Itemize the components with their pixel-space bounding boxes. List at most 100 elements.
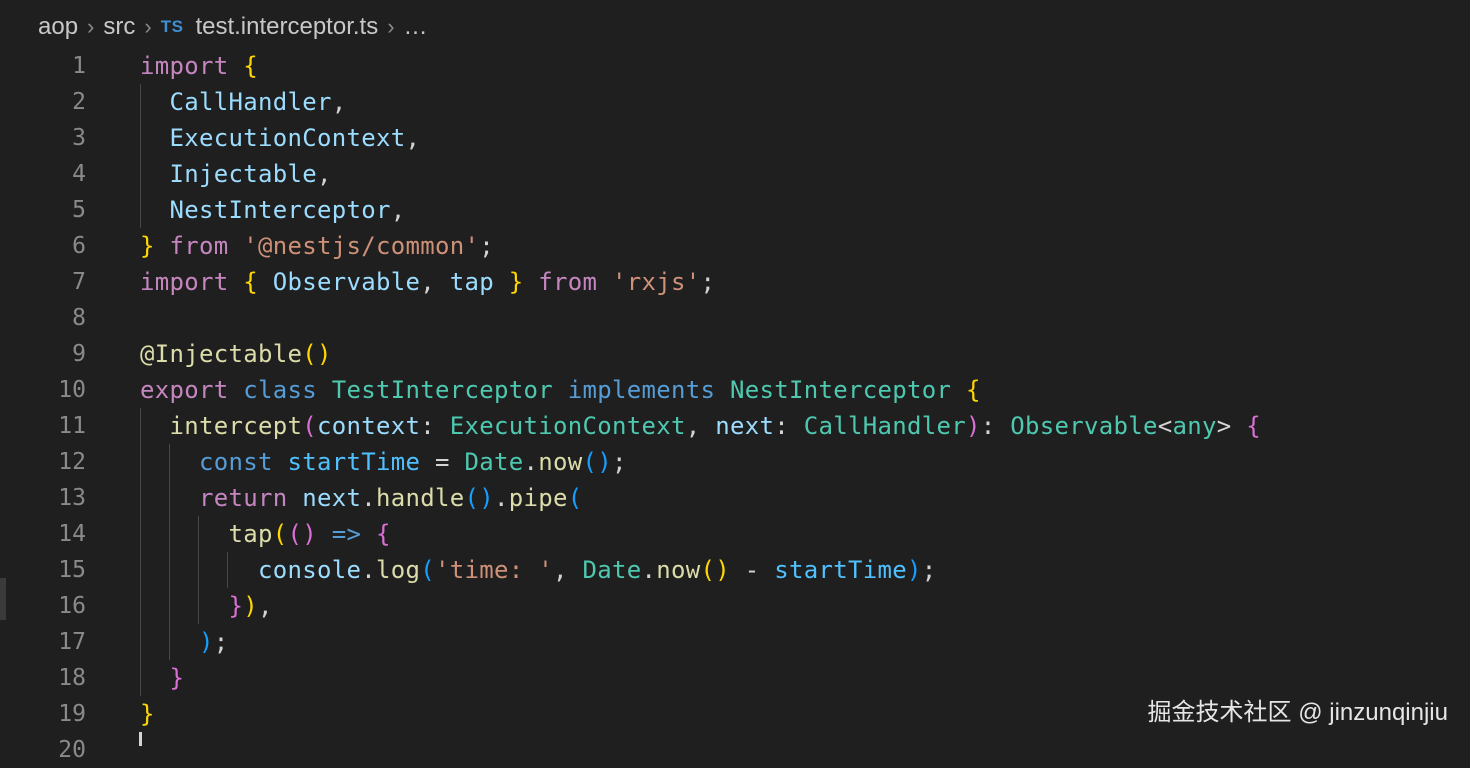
breadcrumb-item-src[interactable]: src — [103, 13, 135, 41]
code-line[interactable]: 7 import { Observable, tap } from 'rxjs'; — [0, 264, 1470, 300]
code-text: Injectable, — [140, 156, 332, 192]
code-line[interactable]: 1 import { — [0, 48, 1470, 84]
breadcrumb-item-symbols[interactable]: … — [404, 13, 428, 41]
code-token: ExecutionContext — [140, 124, 406, 152]
code-token: Observable — [258, 268, 421, 296]
code-line[interactable]: 16 }), — [0, 588, 1470, 624]
line-number: 20 — [58, 737, 86, 763]
code-token: @Injectable — [140, 340, 303, 368]
code-token: . — [361, 484, 376, 512]
code-line[interactable]: 3 ExecutionContext, — [0, 120, 1470, 156]
code-line[interactable]: 4 Injectable, — [0, 156, 1470, 192]
code-token: < — [1157, 412, 1173, 440]
watermark: 掘金技术社区 @ jinzunqinjiu — [1147, 699, 1448, 726]
code-line[interactable]: 12 const startTime = Date.now(); — [0, 444, 1470, 480]
line-number: 6 — [72, 233, 86, 259]
code-token: : — [774, 412, 804, 440]
code-token: context — [317, 412, 421, 440]
code-token: next — [302, 484, 362, 512]
code-text: export class TestInterceptor implements … — [140, 372, 981, 408]
code-line[interactable]: 6 } from '@nestjs/common'; — [0, 228, 1470, 264]
code-text: intercept(context: ExecutionContext, nex… — [140, 408, 1261, 444]
code-token: console — [140, 556, 362, 584]
code-token: ; — [700, 268, 716, 296]
code-line[interactable]: 9 @Injectable() — [0, 336, 1470, 372]
code-text: tap(() => { — [140, 516, 391, 552]
code-token: } — [140, 232, 155, 260]
code-token: { — [376, 520, 391, 548]
code-line[interactable]: 13 return next.handle().pipe( — [0, 480, 1470, 516]
line-number: 1 — [72, 53, 86, 79]
code-token: ; — [479, 232, 494, 260]
code-line[interactable]: 2 CallHandler, — [0, 84, 1470, 120]
line-number: 9 — [72, 341, 86, 367]
code-token: 'rxjs' — [612, 268, 701, 296]
code-token: ) — [907, 556, 922, 584]
breadcrumb: aop › src › TS test.interceptor.ts › … — [38, 10, 428, 44]
breadcrumb-item-file[interactable]: test.interceptor.ts — [195, 13, 378, 41]
code-text: const startTime = Date.now(); — [140, 444, 627, 480]
code-token: Observable — [1010, 412, 1158, 440]
code-token: from — [169, 232, 229, 260]
code-token: intercept — [140, 412, 303, 440]
code-token: ExecutionContext — [449, 412, 686, 440]
chevron-right-icon: › — [87, 14, 95, 39]
code-token: . — [361, 556, 376, 584]
code-line[interactable]: 17 ); — [0, 624, 1470, 660]
code-token: . — [641, 556, 657, 584]
breadcrumb-item-aop[interactable]: aop — [38, 13, 78, 41]
code-line[interactable]: 5 NestInterceptor, — [0, 192, 1470, 228]
code-token: CallHandler — [140, 88, 332, 116]
chevron-right-icon: › — [144, 14, 152, 39]
code-token: : — [420, 412, 450, 440]
code-line[interactable]: 14 tap(() => { — [0, 516, 1470, 552]
code-token: CallHandler — [803, 412, 966, 440]
code-token: , — [258, 592, 273, 620]
code-line[interactable]: 11 intercept(context: ExecutionContext, … — [0, 408, 1470, 444]
code-text: import { Observable, tap } from 'rxjs'; — [140, 264, 715, 300]
code-token: } — [140, 700, 155, 728]
code-token: 'time: ' — [435, 556, 553, 584]
line-number: 4 — [72, 161, 86, 187]
code-text: NestInterceptor, — [140, 192, 406, 228]
code-line[interactable]: 10 export class TestInterceptor implement… — [0, 372, 1470, 408]
line-number: 7 — [72, 269, 86, 295]
code-text: CallHandler, — [140, 84, 347, 120]
code-line[interactable]: 15 console.log('time: ', Date.now() - st… — [0, 552, 1470, 588]
code-token: , — [390, 196, 406, 224]
code-token: () — [700, 556, 730, 584]
code-text: } from '@nestjs/common'; — [140, 228, 494, 264]
code-token: next — [715, 412, 775, 440]
line-number: 10 — [58, 377, 86, 403]
code-token: , — [405, 124, 421, 152]
line-number: 8 — [72, 305, 86, 331]
line-number: 16 — [58, 593, 86, 619]
line-number: 2 — [72, 89, 86, 115]
code-line[interactable]: 18 } — [0, 660, 1470, 696]
code-token: } — [508, 268, 524, 296]
code-editor[interactable]: 1 import {2 CallHandler, 3 ExecutionContex… — [0, 48, 1470, 768]
code-token: => — [331, 520, 362, 548]
code-line[interactable]: 20 — [0, 732, 1470, 768]
code-token: log — [376, 556, 421, 584]
line-number: 5 — [72, 197, 86, 223]
code-token: { — [966, 376, 981, 404]
code-token: import — [140, 52, 229, 80]
code-token: startTime — [774, 556, 907, 584]
code-token: () — [302, 340, 332, 368]
code-token: , — [317, 160, 332, 188]
code-token: ; — [921, 556, 937, 584]
code-token: { — [243, 52, 258, 80]
chevron-right-icon: › — [387, 14, 395, 39]
code-token: , — [685, 412, 716, 440]
code-line[interactable]: 8 — [0, 300, 1470, 336]
